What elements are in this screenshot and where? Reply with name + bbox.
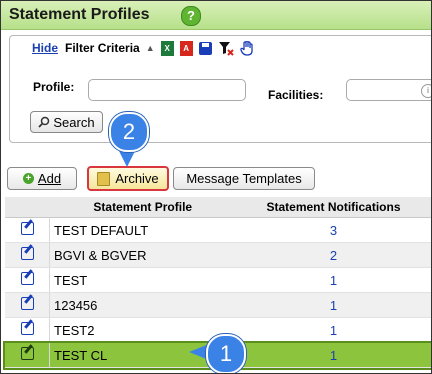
- pdf-icon[interactable]: A: [179, 40, 193, 56]
- column-header-edit: [5, 197, 50, 218]
- notifications-cell[interactable]: 1: [236, 317, 431, 343]
- profile-name-cell[interactable]: TEST DEFAULT: [49, 217, 236, 243]
- filter-header: Hide Filter Criteria ▲ X A: [32, 39, 254, 56]
- table-row[interactable]: TEST 1: [5, 267, 431, 293]
- profile-name-cell[interactable]: BGVI & BGVER: [49, 242, 236, 268]
- pin-hand-icon[interactable]: [239, 39, 254, 56]
- column-header-statement-profile[interactable]: Statement Profile: [49, 197, 236, 218]
- save-icon[interactable]: [198, 41, 212, 55]
- table-row[interactable]: TEST DEFAULT 3: [5, 217, 431, 243]
- profile-name-cell[interactable]: 123456: [49, 292, 236, 318]
- filter-criteria-label: Filter Criteria: [65, 41, 140, 55]
- notifications-cell[interactable]: 1: [236, 292, 431, 318]
- header-bar: Statement Profiles ?: [1, 1, 431, 30]
- help-icon[interactable]: ?: [181, 6, 201, 26]
- profile-name-cell[interactable]: TEST: [49, 267, 236, 293]
- table-row[interactable]: BGVI & BGVER 2: [5, 242, 431, 268]
- message-templates-button[interactable]: Message Templates: [173, 167, 315, 190]
- add-button-label: Add: [37, 171, 62, 186]
- add-icon: +: [22, 173, 34, 184]
- facilities-label: Facilities:: [268, 88, 324, 102]
- page-title: Statement Profiles: [9, 6, 150, 23]
- notifications-cell[interactable]: 3: [236, 217, 431, 243]
- edit-icon[interactable]: [20, 247, 34, 260]
- profile-input[interactable]: [88, 79, 246, 101]
- column-header-statement-notifications[interactable]: Statement Notifications: [236, 197, 431, 218]
- edit-icon[interactable]: [20, 322, 34, 335]
- search-icon: [38, 116, 50, 128]
- add-button[interactable]: + Add: [7, 167, 77, 190]
- message-templates-label: Message Templates: [186, 171, 302, 186]
- edit-icon[interactable]: [20, 272, 34, 285]
- archive-button[interactable]: Archive: [87, 166, 169, 191]
- profile-label: Profile:: [33, 80, 75, 94]
- archive-button-label: Archive: [115, 171, 159, 186]
- notifications-cell[interactable]: 1: [236, 342, 431, 368]
- callout-2-badge: 2: [109, 112, 149, 152]
- edit-icon[interactable]: [20, 297, 34, 310]
- profile-name-cell[interactable]: TEST2: [49, 317, 236, 343]
- clear-filter-icon[interactable]: [218, 41, 234, 56]
- edit-icon[interactable]: [20, 347, 34, 360]
- archive-icon: [97, 171, 111, 186]
- search-button-label: Search: [53, 114, 95, 130]
- notifications-cell[interactable]: 2: [236, 242, 431, 268]
- notifications-cell[interactable]: 1: [236, 267, 431, 293]
- collapse-arrow-icon[interactable]: ▲: [146, 43, 155, 53]
- table-header-row: Statement Profile Statement Notification…: [5, 197, 431, 218]
- hide-filter-link[interactable]: Hide: [32, 41, 58, 55]
- edit-icon[interactable]: [20, 222, 34, 235]
- filter-panel: Hide Filter Criteria ▲ X A Profile: Faci…: [9, 35, 431, 143]
- callout-1-badge: 1: [206, 334, 246, 373]
- facilities-input[interactable]: [346, 79, 431, 101]
- excel-icon[interactable]: X: [160, 40, 174, 56]
- facilities-info-icon[interactable]: i: [421, 84, 431, 98]
- window: Statement Profiles ? Hide Filter Criteri…: [0, 0, 432, 374]
- search-button[interactable]: Search: [30, 111, 103, 133]
- table-row[interactable]: 123456 1: [5, 292, 431, 318]
